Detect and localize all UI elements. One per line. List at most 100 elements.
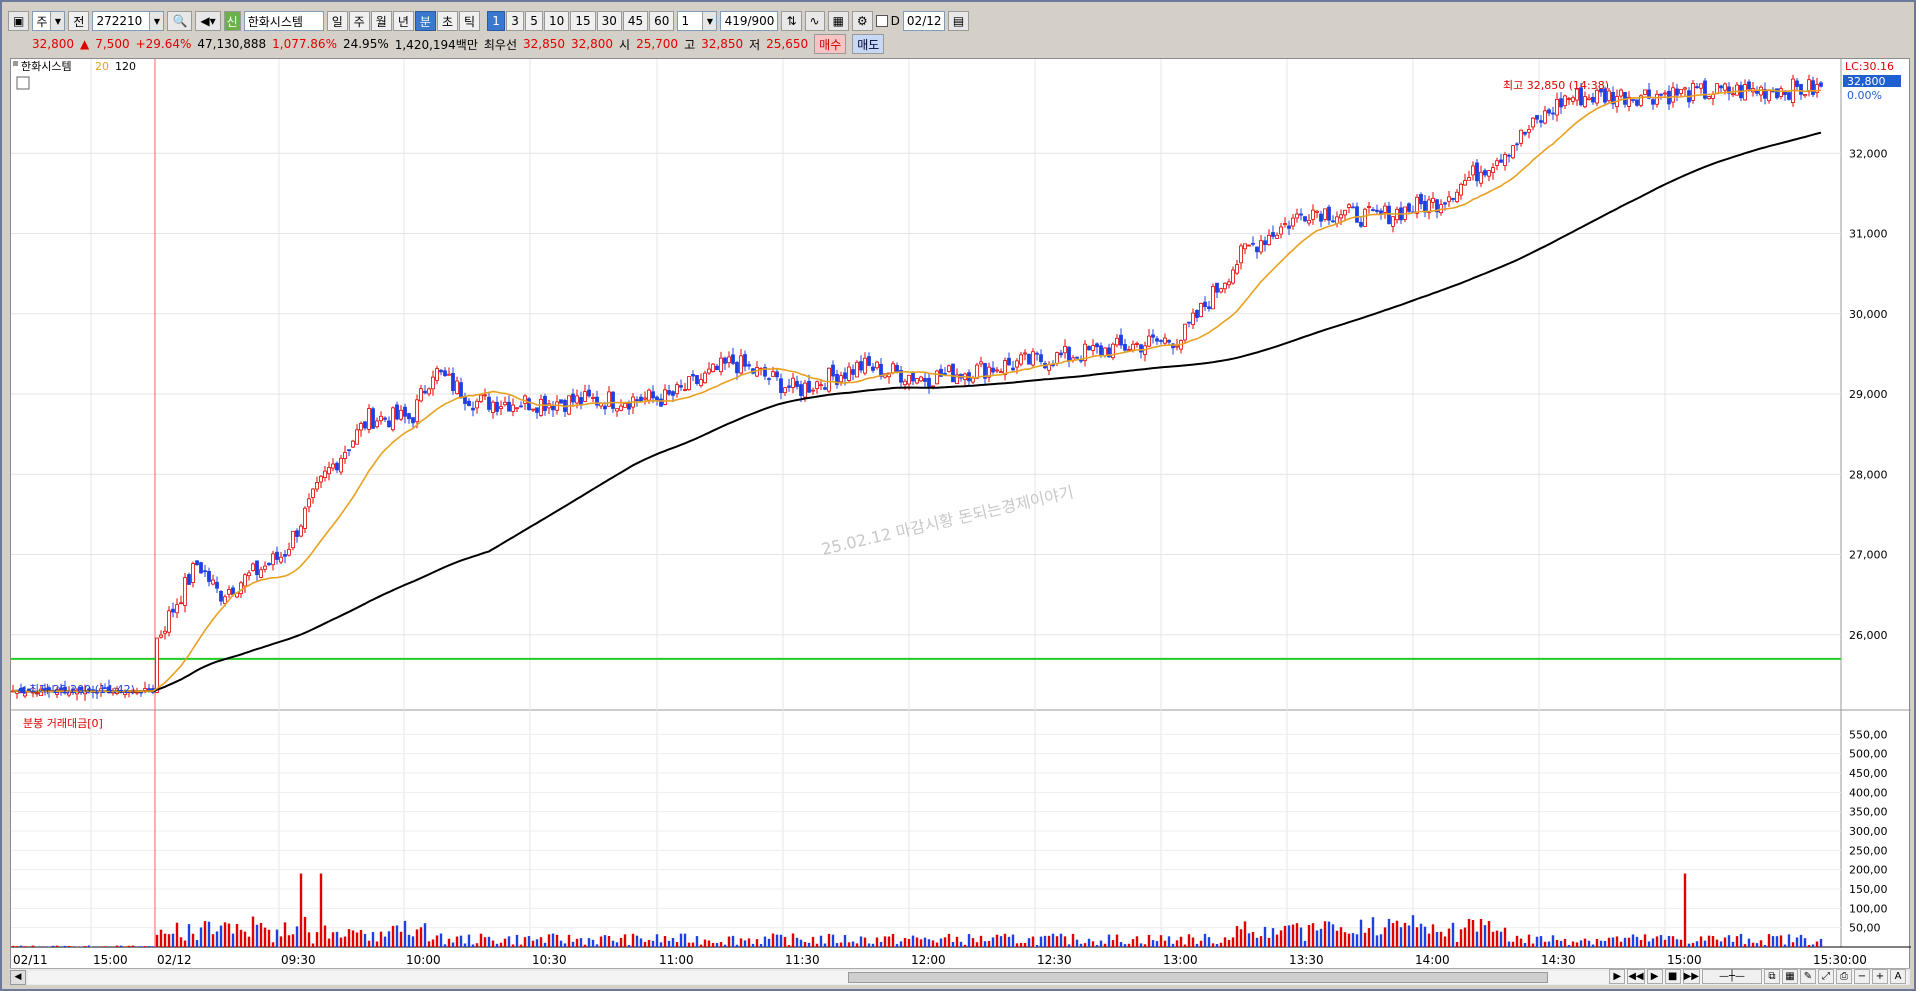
print-icon[interactable]: ⎙ (1836, 969, 1852, 984)
volume-bar (1619, 941, 1623, 947)
candle (183, 577, 187, 606)
scroll-left-icon[interactable]: ◀ (10, 969, 26, 985)
volume-bar (735, 944, 739, 947)
volume-bar (1483, 925, 1487, 947)
volume-tick-label: 150,00 (1849, 883, 1888, 896)
play-first-icon[interactable]: ▶ (1609, 969, 1626, 984)
line-tool-icon[interactable]: ∿ (804, 11, 825, 31)
layout-icon[interactable]: ⧉ (1764, 969, 1780, 984)
speed-slider[interactable]: —┼— (1702, 969, 1762, 984)
play-icon[interactable]: ▶ (1646, 969, 1663, 984)
search-icon[interactable]: 🔍 (167, 11, 193, 31)
y-tick-label: 31,000 (1849, 228, 1888, 241)
speaker-icon[interactable]: ◀▾ (195, 11, 221, 31)
volume-bar (1031, 936, 1035, 947)
candle (1583, 96, 1587, 108)
date-checkbox[interactable] (875, 15, 888, 27)
interval-button-0[interactable]: 1 (487, 11, 506, 31)
candle (1443, 202, 1447, 205)
volume-bar (923, 937, 927, 947)
candle (1447, 196, 1451, 202)
zoom-out-icon[interactable]: − (1854, 969, 1870, 984)
volume-bar (247, 936, 251, 947)
interval-button-6[interactable]: 45 (622, 11, 649, 31)
multiplier-select[interactable]: 1 ▼ (677, 11, 718, 31)
volume-bar (799, 939, 803, 947)
type-select[interactable]: 주 ▼ (32, 11, 66, 31)
interval-button-3[interactable]: 10 (544, 11, 570, 31)
candle (643, 397, 647, 400)
period-button-6[interactable]: 틱 (458, 11, 481, 31)
save-icon[interactable]: ▦ (827, 11, 849, 31)
period-button-3[interactable]: 년 (392, 11, 414, 31)
candle (847, 366, 851, 381)
count-field[interactable]: 419/900 (720, 11, 779, 31)
stop-icon[interactable]: ■ (1664, 969, 1681, 984)
volume-bar (43, 946, 47, 947)
gear-icon[interactable]: ⚙ (851, 11, 873, 31)
interval-button-4[interactable]: 15 (570, 11, 596, 31)
volume-bar (1459, 929, 1463, 947)
volume-bar (1355, 934, 1359, 947)
volume-bar (1027, 938, 1031, 947)
candle (1223, 282, 1227, 290)
candle (1247, 244, 1251, 247)
period-button-0[interactable]: 일 (326, 11, 348, 31)
code-input[interactable]: 272210 ▼ (92, 11, 165, 31)
candle (911, 371, 915, 382)
up-arrow-icon: ▲ (80, 37, 90, 51)
chart-area[interactable]: 02/11 15:00 02/12 09:30 10:00 10:30 11:00 11:30… (10, 58, 1911, 978)
volume-bar (703, 939, 707, 947)
volume-bar (1179, 936, 1183, 947)
interval-button-7[interactable]: 60 (649, 11, 675, 31)
candle (687, 376, 691, 390)
volume-bar (1347, 933, 1351, 947)
period-button-2[interactable]: 월 (370, 11, 392, 31)
scroll-thumb[interactable] (848, 971, 1548, 983)
candle-icon[interactable]: ⇅ (781, 11, 802, 31)
buy-button[interactable]: 매수 (814, 34, 847, 54)
volume-tick-label: 250,00 (1849, 844, 1888, 857)
candle (1711, 94, 1715, 99)
stock-name-field[interactable]: 한화시스템 (243, 11, 324, 31)
font-icon[interactable]: A (1890, 969, 1906, 984)
volume-bar (115, 945, 119, 947)
volume-bar (307, 932, 311, 947)
interval-button-5[interactable]: 30 (596, 11, 622, 31)
volume-bar (947, 933, 951, 947)
candle (1231, 269, 1235, 284)
volume-tick-label: 400,00 (1849, 786, 1888, 799)
draw-icon[interactable]: ✎ (1800, 969, 1816, 984)
candle (1323, 208, 1327, 220)
window-icon[interactable]: ▣ (8, 11, 30, 31)
zoom-icon[interactable]: ⤢ (1818, 969, 1834, 984)
candle (779, 378, 783, 393)
candle (155, 637, 159, 693)
volume-bar (1599, 940, 1603, 947)
period-button-5[interactable]: 초 (436, 11, 458, 31)
candle (163, 630, 167, 634)
rewind-icon[interactable]: ◀◀ (1627, 969, 1645, 984)
candle (803, 382, 807, 398)
zoom-in-icon[interactable]: + (1872, 969, 1888, 984)
interval-button-1[interactable]: 3 (506, 11, 525, 31)
candle (379, 415, 383, 422)
candle (311, 488, 315, 499)
volume-bar (779, 934, 783, 947)
candle (1547, 109, 1551, 114)
volume-tick-label: 200,00 (1849, 864, 1888, 877)
volume-bar (1635, 936, 1639, 947)
period-button-4[interactable]: 분 (414, 11, 436, 31)
sell-button[interactable]: 매도 (852, 34, 885, 54)
forward-icon[interactable]: ▶▶ (1682, 969, 1700, 984)
x-tick-label: 10:30 (532, 953, 567, 967)
calendar-icon[interactable]: ▤ (947, 11, 970, 31)
jeon-button[interactable]: 전 (68, 11, 90, 31)
volume-bar (291, 934, 295, 947)
grid-icon[interactable]: ▦ (1782, 969, 1798, 984)
interval-button-2[interactable]: 5 (525, 11, 544, 31)
candle (1211, 285, 1215, 310)
candle (863, 357, 867, 374)
period-button-1[interactable]: 주 (348, 11, 370, 31)
date-field[interactable]: 02/12 (902, 11, 945, 31)
